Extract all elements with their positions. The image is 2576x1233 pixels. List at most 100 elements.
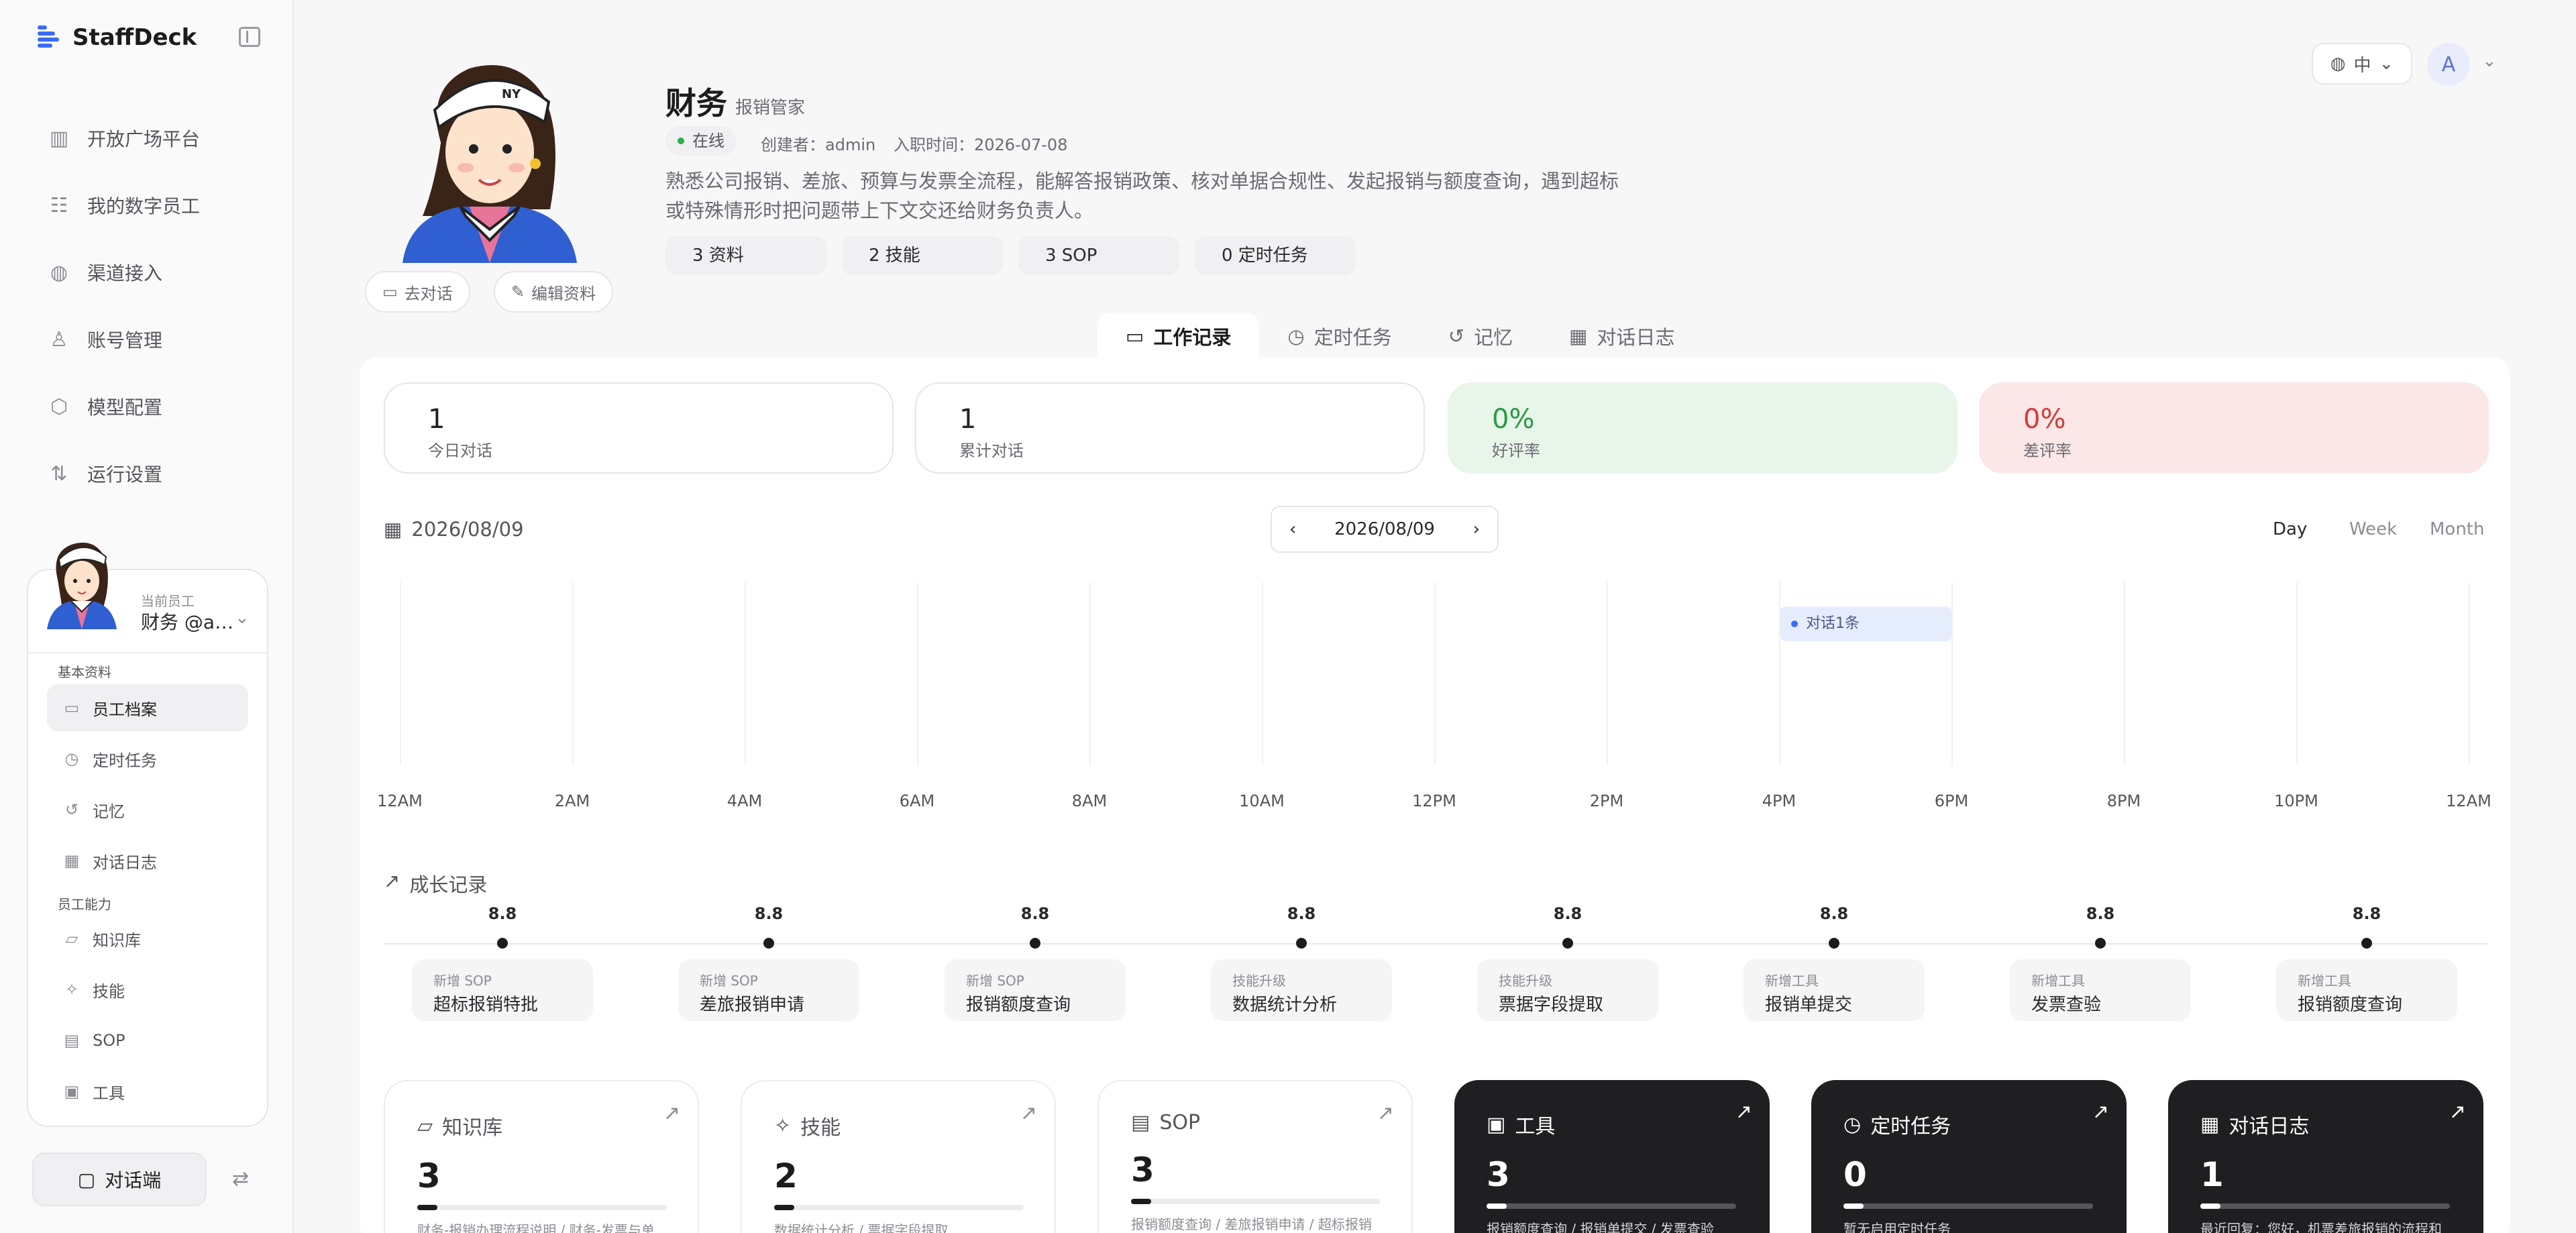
chevron-down-icon[interactable]: ⌄ — [235, 608, 250, 628]
kpi-value: 1 — [428, 404, 445, 435]
growth-dot — [1030, 938, 1040, 949]
growth-score: 8.8 — [488, 904, 517, 923]
growth-card[interactable]: 新增工具 发票查验 — [2010, 959, 2191, 1021]
language-label: 中 — [2353, 55, 2371, 76]
briefcase-icon: ▣ — [64, 1082, 80, 1101]
chat-client-button[interactable]: ▢ 对话端 — [32, 1152, 207, 1206]
capability-section-label: 员工能力 — [58, 896, 111, 912]
growth-card[interactable]: 新增工具 报销额度查询 — [2276, 959, 2457, 1021]
staffdeck-logo-icon — [35, 24, 62, 51]
capability-count: 2 — [774, 1157, 798, 1195]
growth-type: 新增 SOP — [700, 973, 758, 989]
divider — [28, 652, 267, 653]
nav-item-my-employees[interactable]: ☷ 我的数字员工 — [47, 172, 200, 239]
timeline-event[interactable]: 对话1条 — [1780, 606, 1951, 641]
capability-card[interactable]: ▣ 工具 ↗ 3 报销额度查询 / 报销单提交 / 发票查验 — [1454, 1080, 1770, 1233]
capability-progress-fill — [1487, 1203, 1507, 1209]
timeline-date-text: 2026/08/09 — [411, 518, 524, 541]
edit-profile-button[interactable]: ✎ 编辑资料 — [494, 271, 614, 313]
growth-title-text: 成长记录 — [409, 873, 488, 896]
capability-card[interactable]: ◷ 定时任务 ↗ 0 暂无启用定时任务 — [1811, 1080, 2127, 1233]
sub-item-tools[interactable]: ▣ 工具 — [47, 1068, 248, 1115]
chevron-down-icon[interactable]: ⌄ — [2482, 51, 2497, 71]
nav-item-accounts[interactable]: ♙ 账号管理 — [47, 306, 200, 373]
range-month[interactable]: Month — [2430, 519, 2485, 539]
sub-item-label: 知识库 — [93, 930, 141, 950]
arrow-up-right-icon[interactable]: ↗ — [1735, 1100, 1752, 1124]
timeline-gridline — [1434, 582, 1436, 765]
sub-item-profile[interactable]: ▭ 员工档案 — [47, 684, 248, 731]
sidebar: StaffDeck ▥ 开放广场平台 ☷ 我的数字员工 ◍ 渠道接入 ♙ 账号管理 ⬡ 模… — [0, 0, 294, 1233]
capability-header: ▱ 知识库 — [417, 1111, 698, 1140]
capability-card[interactable]: ▤ SOP ↗ 3 报销额度查询 / 差旅报销申请 / 超标报销 — [1097, 1080, 1413, 1233]
tab-schedules[interactable]: ◷ 定时任务 — [1259, 313, 1419, 360]
nav-item-channels[interactable]: ◍ 渠道接入 — [47, 239, 200, 306]
chevron-right-icon[interactable]: › — [1473, 519, 1480, 539]
capability-header: ▦ 对话日志 — [2200, 1110, 2483, 1139]
nav-item-plaza[interactable]: ▥ 开放广场平台 — [47, 105, 200, 172]
capability-card[interactable]: ▱ 知识库 ↗ 3 财务-报销办理流程说明 / 财务-发票与单 — [384, 1080, 699, 1233]
growth-card[interactable]: 新增 SOP 报销额度查询 — [945, 959, 1126, 1021]
employee-role: 报销管家 — [735, 98, 806, 118]
user-avatar[interactable]: A — [2427, 43, 2470, 86]
capability-progress-bar — [417, 1205, 667, 1210]
brand-name: StaffDeck — [72, 24, 197, 51]
arrow-up-right-icon[interactable]: ↗ — [1020, 1102, 1037, 1125]
timeline-grid: 对话1条 — [400, 582, 2470, 765]
nav-item-models[interactable]: ⬡ 模型配置 — [47, 373, 200, 440]
sub-item-memory[interactable]: ↺ 记忆 — [47, 786, 248, 833]
range-day[interactable]: Day — [2273, 519, 2307, 539]
growth-card[interactable]: 技能升级票据字段提取 — [1477, 959, 1658, 1021]
brand[interactable]: StaffDeck — [35, 21, 197, 54]
capability-progress-fill — [774, 1205, 794, 1210]
timeline-tick-label: 6AM — [899, 792, 935, 810]
timeline-tick-label: 10PM — [2274, 792, 2318, 810]
growth-score: 8.8 — [754, 904, 784, 923]
sparkle-icon: ✧ — [774, 1114, 792, 1138]
trend-icon: ↗ — [384, 869, 400, 892]
timeline-tick-label: 12PM — [1412, 792, 1456, 810]
growth-card[interactable]: 新增 SOP 超标报销特批 — [412, 959, 593, 1021]
kpi-label: 好评率 — [1492, 441, 1540, 460]
sub-item-schedule[interactable]: ◷ 定时任务 — [47, 735, 248, 782]
tab-chat-log[interactable]: ▦ 对话日志 — [1541, 313, 1703, 360]
chevron-left-icon[interactable]: ‹ — [1289, 519, 1296, 539]
arrow-up-right-icon[interactable]: ↗ — [663, 1102, 680, 1125]
sub-item-label: 记忆 — [93, 802, 125, 821]
sub-item-knowledge[interactable]: ▱ 知识库 — [47, 915, 248, 962]
sub-item-sop[interactable]: ▤ SOP — [47, 1017, 248, 1064]
timeline-gridline — [2469, 582, 2470, 765]
nav-item-runtime[interactable]: ⇅ 运行设置 — [47, 440, 200, 507]
growth-name: 票据字段提取 — [1499, 995, 1604, 1015]
growth-card[interactable]: 新增工具 报销单提交 — [1743, 959, 1925, 1021]
growth-type: 技能升级 — [1232, 973, 1286, 989]
kpi-today-chats: 1 今日对话 — [384, 382, 894, 474]
date-nav-text[interactable]: 2026/08/09 — [1334, 519, 1435, 539]
growth-card[interactable]: 新增 SOP 差旅报销申请 — [678, 959, 859, 1021]
chat-bubble-icon: ▢ — [77, 1168, 96, 1191]
nav-label: 我的数字员工 — [87, 195, 201, 217]
arrow-up-right-icon[interactable]: ↗ — [1377, 1102, 1394, 1125]
tab-bar: ▭ 工作记录 ◷ 定时任务 ↺ 记忆 ▦ 对话日志 — [1097, 313, 1703, 360]
timeline-gridline — [572, 582, 574, 765]
sub-item-label: SOP — [93, 1031, 125, 1050]
capability-card[interactable]: ✧ 技能 ↗ 2 数据统计分析 / 票据字段提取 — [741, 1080, 1056, 1233]
growth-card[interactable]: 技能升级 数据统计分析 — [1211, 959, 1392, 1021]
language-switch[interactable]: ◍ 中 ⌄ — [2312, 43, 2412, 85]
capability-card[interactable]: ▦ 对话日志 ↗ 1 最近回复：您好，机票差旅报销的流程和 — [2168, 1080, 2483, 1233]
tab-work-records[interactable]: ▭ 工作记录 — [1097, 313, 1260, 360]
growth-type: 技能升级 — [1499, 973, 1552, 989]
range-week[interactable]: Week — [2349, 519, 2397, 539]
go-chat-button[interactable]: ▭ 去对话 — [365, 271, 470, 313]
swap-icon[interactable]: ⇄ — [232, 1167, 249, 1191]
employee-avatar — [47, 542, 117, 629]
sub-item-chat-log[interactable]: ▦ 对话日志 — [47, 837, 248, 884]
tab-memory[interactable]: ↺ 记忆 — [1420, 313, 1541, 360]
kpi-value: 0% — [2023, 404, 2066, 435]
sub-item-skills[interactable]: ✧ 技能 — [47, 966, 248, 1013]
timeline-gridline — [1607, 582, 1608, 765]
arrow-up-right-icon[interactable]: ↗ — [2449, 1100, 2466, 1124]
arrow-up-right-icon[interactable]: ↗ — [2092, 1100, 2109, 1124]
current-employee-name[interactable]: 财务 @admin — [141, 608, 235, 635]
sidebar-collapse-icon[interactable] — [239, 27, 260, 47]
